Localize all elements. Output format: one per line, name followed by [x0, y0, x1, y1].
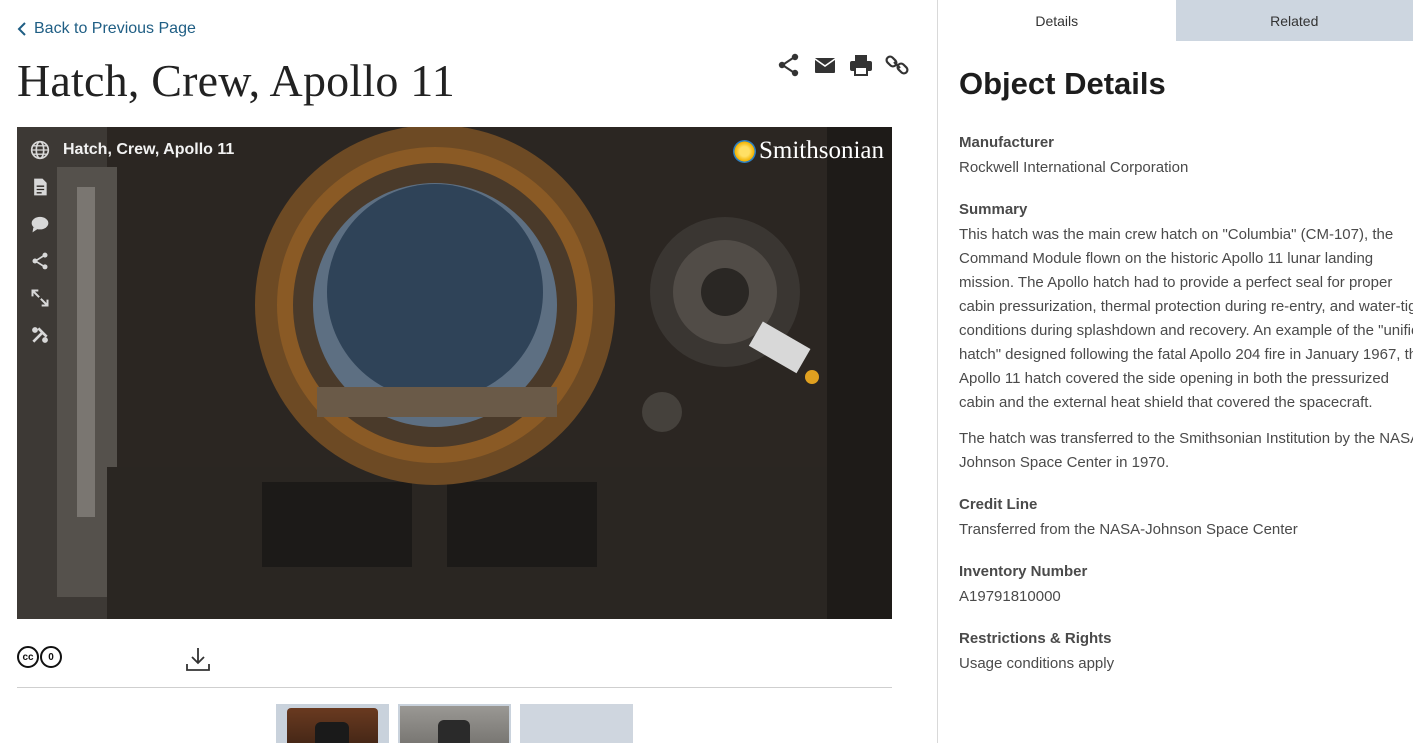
summary-paragraph-1: This hatch was the main crew hatch on "C… [959, 226, 1413, 411]
manufacturer-label: Manufacturer [959, 134, 1055, 151]
cc-icon: cc [17, 646, 39, 668]
viewer-toolbar [27, 137, 52, 347]
share-icon[interactable] [776, 52, 802, 78]
manufacturer-field: Manufacturer Rockwell International Corp… [959, 133, 1413, 180]
thumbnail-2[interactable] [398, 704, 511, 743]
summary-label: Summary [959, 201, 1028, 218]
smithsonian-logo-text: Smithsonian [758, 137, 884, 164]
thumbnail-3[interactable] [520, 704, 633, 743]
license-badge: cc 0 [17, 646, 62, 668]
inventory-number-label: Inventory Number [959, 563, 1088, 580]
hatch-3d-model[interactable] [17, 127, 892, 619]
inventory-number-value: A19791810000 [959, 588, 1061, 605]
cc-zero-icon: 0 [40, 646, 62, 668]
credit-line-label: Credit Line [959, 496, 1038, 513]
manufacturer-value: Rockwell International Corporation [959, 159, 1189, 176]
smithsonian-logo: Smithsonian [732, 137, 884, 165]
object-details-heading: Object Details [959, 66, 1166, 101]
share-icon[interactable] [27, 248, 52, 273]
comment-icon[interactable] [27, 211, 52, 236]
summary-field: Summary This hatch was the main crew hat… [959, 200, 1413, 475]
viewer-footer: cc 0 [17, 640, 892, 688]
tab-related[interactable]: Related [1175, 0, 1413, 41]
back-link-label: Back to Previous Page [34, 20, 196, 37]
thumbnail-strip [276, 704, 633, 743]
page-title: Hatch, Crew, Apollo 11 [17, 55, 455, 106]
action-bar [776, 52, 910, 78]
tools-icon[interactable] [27, 322, 52, 347]
3d-viewer[interactable]: Hatch, Crew, Apollo 11 Smithsonian [17, 127, 892, 619]
fullscreen-icon[interactable] [27, 285, 52, 310]
rights-value: Usage conditions apply [959, 655, 1115, 672]
back-link[interactable]: Back to Previous Page [17, 20, 196, 38]
document-icon[interactable] [27, 174, 52, 199]
sunburst-icon [732, 139, 756, 163]
credit-line-value: Transferred from the NASA-Johnson Space … [959, 521, 1298, 538]
email-icon[interactable] [812, 52, 838, 78]
chevron-left-icon [17, 22, 26, 36]
summary-paragraph-2: The hatch was transferred to the Smithso… [959, 430, 1413, 471]
panel-tabs: Details Related [938, 0, 1413, 41]
credit-line-field: Credit Line Transferred from the NASA-Jo… [959, 495, 1413, 542]
globe-icon[interactable] [27, 137, 52, 162]
main-content: Back to Previous Page Hatch, Crew, Apoll… [0, 0, 937, 743]
print-icon[interactable] [848, 52, 874, 78]
thumbnail-1[interactable] [276, 704, 389, 743]
rights-field: Restrictions & Rights Usage conditions a… [959, 629, 1413, 676]
details-panel: Details Related Object Details Manufactu… [937, 0, 1413, 743]
tab-details[interactable]: Details [938, 0, 1176, 41]
details-list: Manufacturer Rockwell International Corp… [959, 133, 1413, 696]
viewer-title: Hatch, Crew, Apollo 11 [63, 141, 235, 158]
download-icon[interactable] [185, 646, 211, 672]
rights-label: Restrictions & Rights [959, 630, 1112, 647]
inventory-number-field: Inventory Number A19791810000 [959, 562, 1413, 609]
link-icon[interactable] [884, 52, 910, 78]
